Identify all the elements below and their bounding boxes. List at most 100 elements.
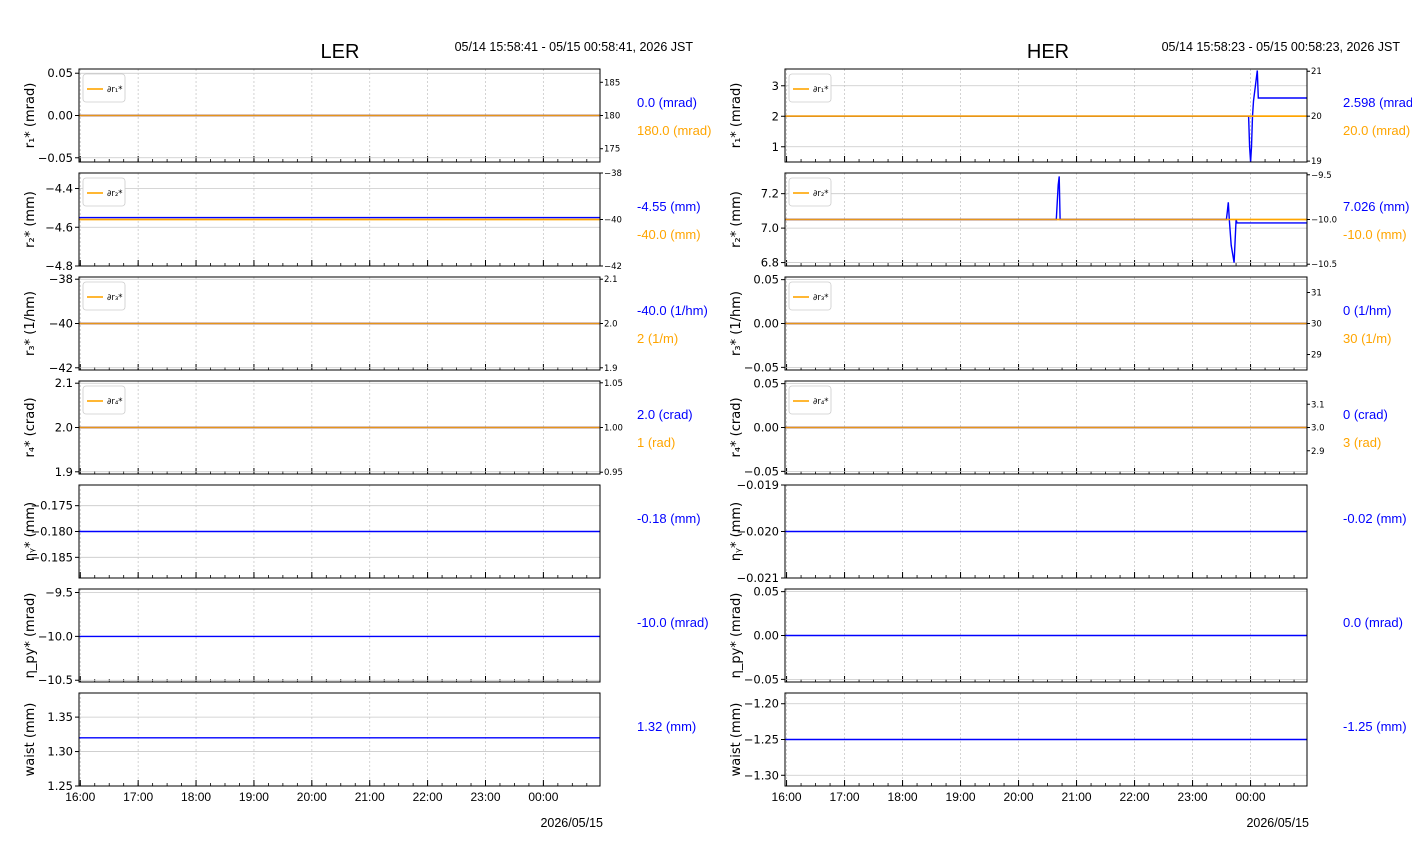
y-tick-label: −0.05	[744, 464, 779, 478]
y-tick-label: 0.05	[753, 585, 779, 599]
row-4: −0.019−0.020−0.021ηᵧ* (mm) -0.02 (mm)	[729, 478, 1407, 585]
value-primary: -0.02 (mm)	[1343, 511, 1407, 526]
x-tick-label: 16:00	[772, 790, 802, 804]
y-tick-label: 0.00	[753, 421, 779, 435]
y-axis-label: waist (mm)	[23, 703, 38, 777]
y-axis-label: r₄* (crad)	[23, 397, 38, 457]
y-axis-label: r₃* (1/hm)	[23, 291, 38, 356]
y-tick-label: −1.20	[744, 697, 779, 711]
y-tick-label: −0.05	[38, 151, 73, 165]
y-tick-label: 2.0	[55, 421, 73, 435]
value-primary: 0.0 (mrad)	[1343, 615, 1403, 630]
y-tick-label: 2.1	[55, 376, 73, 390]
plot-frame	[78, 588, 601, 683]
row-3: 0.05 0.00 −0.05r₄* (crad) 3.1 3.0 2.9 ∂r₄* 0 (c…	[729, 377, 1388, 479]
x-tick-label: 22:00	[413, 790, 443, 804]
time-range-label: 05/14 15:58:23 - 05/15 00:58:23, 2026 JS…	[1162, 40, 1401, 54]
legend-label: ∂r₄*	[107, 397, 123, 407]
y-tick-label: 0.05	[753, 273, 779, 287]
y2-tick-label: −9.5	[1311, 171, 1332, 181]
row-2: −38 −40 −42 r₃* (1/hm) 2.1 2.0 1.9 ∂r₃* -40.0 (1…	[23, 272, 708, 375]
x-tick-label: 21:00	[355, 790, 385, 804]
y2-tick-label: −10.5	[1311, 260, 1337, 270]
y2-tick-label: 0.95	[604, 468, 623, 478]
value-secondary: 30 (1/m)	[1343, 331, 1391, 346]
y-axis-label: η_py* (mrad)	[23, 593, 38, 679]
row-0: 0.05 0.00 −0.05r₁* (mrad) 185 180 175 ∂r₁* 0.0 …	[23, 66, 711, 165]
x-tick-label: 17:00	[830, 790, 860, 804]
time-range-label: 05/14 15:58:41 - 05/15 00:58:41, 2026 JS…	[455, 40, 694, 54]
value-primary: -4.55 (mm)	[637, 199, 701, 214]
y-tick-label: 1	[772, 140, 779, 154]
x-tick-label: 20:00	[1004, 790, 1034, 804]
legend-label: ∂r₃*	[107, 293, 123, 303]
y-axis-label: ηᵧ* (mm)	[23, 502, 38, 561]
y-tick-label: −10.0	[38, 629, 73, 643]
y-tick-label: −1.30	[744, 768, 779, 782]
y-tick-label: −4.4	[45, 182, 73, 196]
y2-tick-label: −42	[604, 262, 622, 272]
row-4: −0.175−0.180−0.185ηᵧ* (mm) -0.18 (mm)	[23, 484, 701, 579]
x-tick-label: 21:00	[1062, 790, 1092, 804]
y-tick-label: 1.30	[47, 745, 73, 759]
legend: ∂r₃*	[82, 281, 126, 311]
value-secondary: -40.0 (mm)	[637, 227, 701, 242]
panel-ler: LER 05/14 15:58:41 - 05/15 00:58:41, 2026…	[23, 40, 711, 830]
row-5: 0.05 0.00 −0.05η_py* (mrad) 0.0 (mrad)	[729, 585, 1403, 687]
y2-tick-label: 2.1	[604, 275, 618, 285]
value-secondary: 2 (1/m)	[637, 331, 678, 346]
y-tick-label: 7.0	[761, 221, 779, 235]
y-tick-label: 0.00	[47, 109, 73, 123]
x-tick-label: 20:00	[297, 790, 327, 804]
value-primary: 0 (crad)	[1343, 407, 1388, 422]
panel-title: HER	[1027, 41, 1069, 63]
y-axis-label: r₁* (mrad)	[729, 83, 744, 149]
x-tick-label: 19:00	[239, 790, 269, 804]
y2-tick-label: 30	[1311, 320, 1322, 330]
y-tick-label: 7.2	[761, 187, 779, 201]
y-tick-label: 0.00	[753, 317, 779, 331]
x-tick-label: 19:00	[946, 790, 976, 804]
y-tick-label: 0.00	[753, 629, 779, 643]
y-tick-label: 1.35	[47, 710, 73, 724]
y-tick-label: −9.5	[45, 586, 73, 600]
y2-tick-label: 2.0	[604, 320, 618, 330]
y-tick-label: 1.9	[55, 465, 73, 479]
y2-tick-label: 185	[604, 78, 620, 88]
legend-label: ∂r₂*	[813, 189, 829, 199]
y2-tick-label: 20	[1311, 112, 1322, 122]
value-secondary: 3 (rad)	[1343, 435, 1381, 450]
y-axis-label: r₂* (mm)	[23, 191, 38, 248]
x-tick-label: 18:00	[888, 790, 918, 804]
date-label: 2026/05/15	[1246, 816, 1309, 830]
plot-frame	[78, 692, 601, 787]
y-tick-label: −42	[49, 361, 73, 375]
y-tick-label: 0.05	[753, 377, 779, 391]
value-primary: 1.32 (mm)	[637, 719, 696, 734]
row-6: 16:00 17:00 18:00 19:00 20:00 21:00 22:00 23:00…	[23, 692, 696, 804]
x-tick-label: 17:00	[123, 790, 153, 804]
y-tick-label: −0.019	[736, 478, 779, 492]
x-tick-label: 23:00	[1178, 790, 1208, 804]
legend: ∂r₁*	[788, 73, 832, 103]
chart-root: LER 05/14 15:58:41 - 05/15 00:58:41, 2026…	[23, 40, 1412, 830]
y-tick-label: 3	[772, 79, 779, 93]
y-axis-label: η_py* (mrad)	[729, 593, 744, 679]
x-tick-label: 23:00	[470, 790, 500, 804]
y-tick-label: 2	[772, 109, 779, 123]
value-primary: -40.0 (1/hm)	[637, 303, 708, 318]
legend: ∂r₄*	[82, 385, 126, 415]
y2-tick-label: −38	[604, 169, 622, 179]
value-primary: 0.0 (mrad)	[637, 95, 697, 110]
panel-her: HER 05/14 15:58:23 - 05/15 00:58:23, 2026…	[729, 40, 1412, 830]
value-secondary: 180.0 (mrad)	[637, 123, 711, 138]
legend-label: ∂r₂*	[107, 189, 123, 199]
y2-tick-label: 2.9	[1311, 447, 1325, 457]
x-tick-label: 00:00	[528, 790, 558, 804]
row-2: 0.05 0.00 −0.05r₃* (1/hm) 31 30 29 ∂r₃* 0 (1/hm…	[729, 273, 1391, 375]
y2-tick-label: 1.9	[604, 364, 618, 374]
x-tick-label: 00:00	[1236, 790, 1266, 804]
y2-tick-label: 180	[604, 112, 620, 122]
legend: ∂r₂*	[82, 177, 126, 207]
value-primary: -10.0 (mrad)	[637, 615, 709, 630]
